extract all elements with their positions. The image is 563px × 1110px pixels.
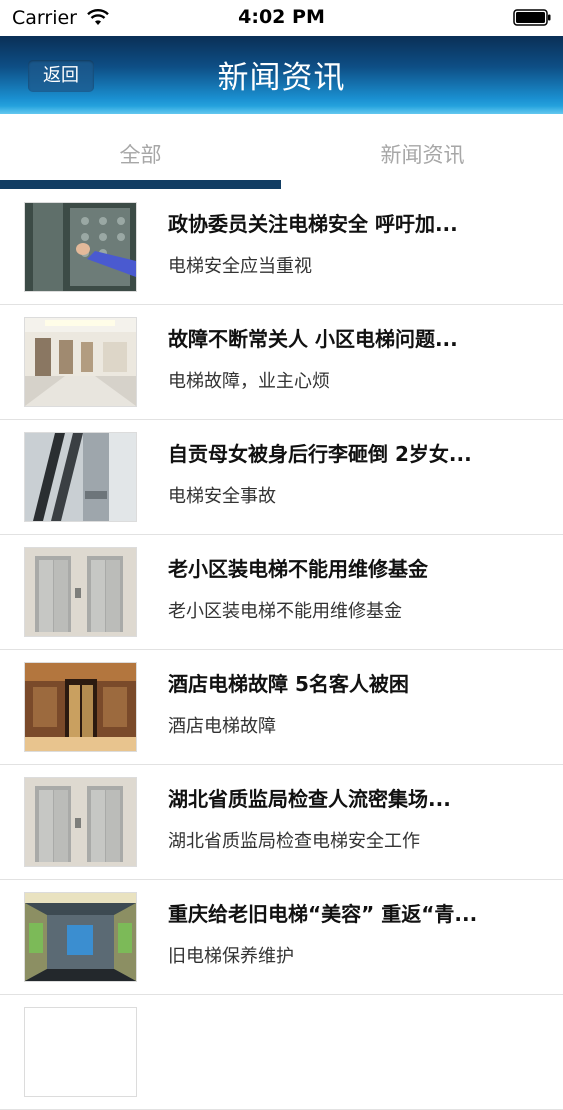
news-subtitle: 老小区装电梯不能用维修基金 — [168, 601, 402, 622]
page-title: 新闻资讯 — [217, 60, 346, 96]
elevator-lobby-photo-icon — [25, 318, 136, 406]
elevator-cabin-photo-icon — [25, 893, 136, 981]
news-item[interactable]: 政协委员关注电梯安全 呼吁加... 电梯安全应当重视 — [0, 190, 563, 305]
news-item[interactable]: 故障不断常关人 小区电梯问题... 电梯故障，业主心烦 — [0, 305, 563, 420]
news-subtitle: 电梯安全事故 — [168, 486, 276, 507]
battery-icon — [513, 9, 551, 26]
news-title: 老小区装电梯不能用维修基金 — [168, 557, 428, 581]
news-thumbnail — [24, 317, 137, 407]
news-title: 重庆给老旧电梯“美容” 重返“青... — [168, 902, 478, 926]
status-bar: Carrier 4:02 PM — [0, 0, 563, 36]
elevator-doors-photo-icon — [25, 548, 136, 636]
elevator-button-photo-icon — [25, 203, 136, 291]
news-item[interactable] — [0, 995, 563, 1110]
news-subtitle: 电梯故障，业主心烦 — [168, 371, 330, 392]
tab-all[interactable]: 全部 — [0, 114, 281, 190]
tab-bar: 全部 新闻资讯 — [0, 114, 563, 190]
news-list: 政协委员关注电梯安全 呼吁加... 电梯安全应当重视 故障不断常关人 小区电梯问… — [0, 190, 563, 1110]
news-title: 酒店电梯故障 5名客人被困 — [168, 672, 409, 696]
navigation-bar: 返回 新闻资讯 — [0, 36, 563, 114]
news-thumbnail — [24, 547, 137, 637]
hotel-elevator-photo-icon — [25, 663, 136, 751]
news-item[interactable]: 重庆给老旧电梯“美容” 重返“青... 旧电梯保养维护 — [0, 880, 563, 995]
news-thumbnail — [24, 432, 137, 522]
news-title: 自贡母女被身后行李砸倒 2岁女... — [168, 442, 472, 466]
news-subtitle: 电梯安全应当重视 — [168, 256, 312, 277]
news-thumbnail — [24, 892, 137, 982]
news-subtitle: 酒店电梯故障 — [168, 716, 276, 737]
news-item[interactable]: 酒店电梯故障 5名客人被困 酒店电梯故障 — [0, 650, 563, 765]
news-item[interactable]: 老小区装电梯不能用维修基金 老小区装电梯不能用维修基金 — [0, 535, 563, 650]
news-thumbnail — [24, 1007, 137, 1097]
news-thumbnail — [24, 777, 137, 867]
news-item[interactable]: 湖北省质监局检查人流密集场... 湖北省质监局检查电梯安全工作 — [0, 765, 563, 880]
tab-selected-indicator — [0, 180, 281, 189]
tab-news[interactable]: 新闻资讯 — [282, 114, 563, 190]
news-title: 湖北省质监局检查人流密集场... — [168, 787, 451, 811]
status-time: 4:02 PM — [238, 6, 325, 28]
news-subtitle: 旧电梯保养维护 — [168, 946, 294, 967]
news-item[interactable]: 自贡母女被身后行李砸倒 2岁女... 电梯安全事故 — [0, 420, 563, 535]
escalator-photo-icon — [25, 433, 136, 521]
elevator-doors-photo-icon — [25, 778, 136, 866]
news-thumbnail — [24, 202, 137, 292]
news-thumbnail — [24, 662, 137, 752]
news-title: 故障不断常关人 小区电梯问题... — [168, 327, 458, 351]
news-title: 政协委员关注电梯安全 呼吁加... — [168, 212, 458, 236]
news-subtitle: 湖北省质监局检查电梯安全工作 — [168, 831, 420, 852]
